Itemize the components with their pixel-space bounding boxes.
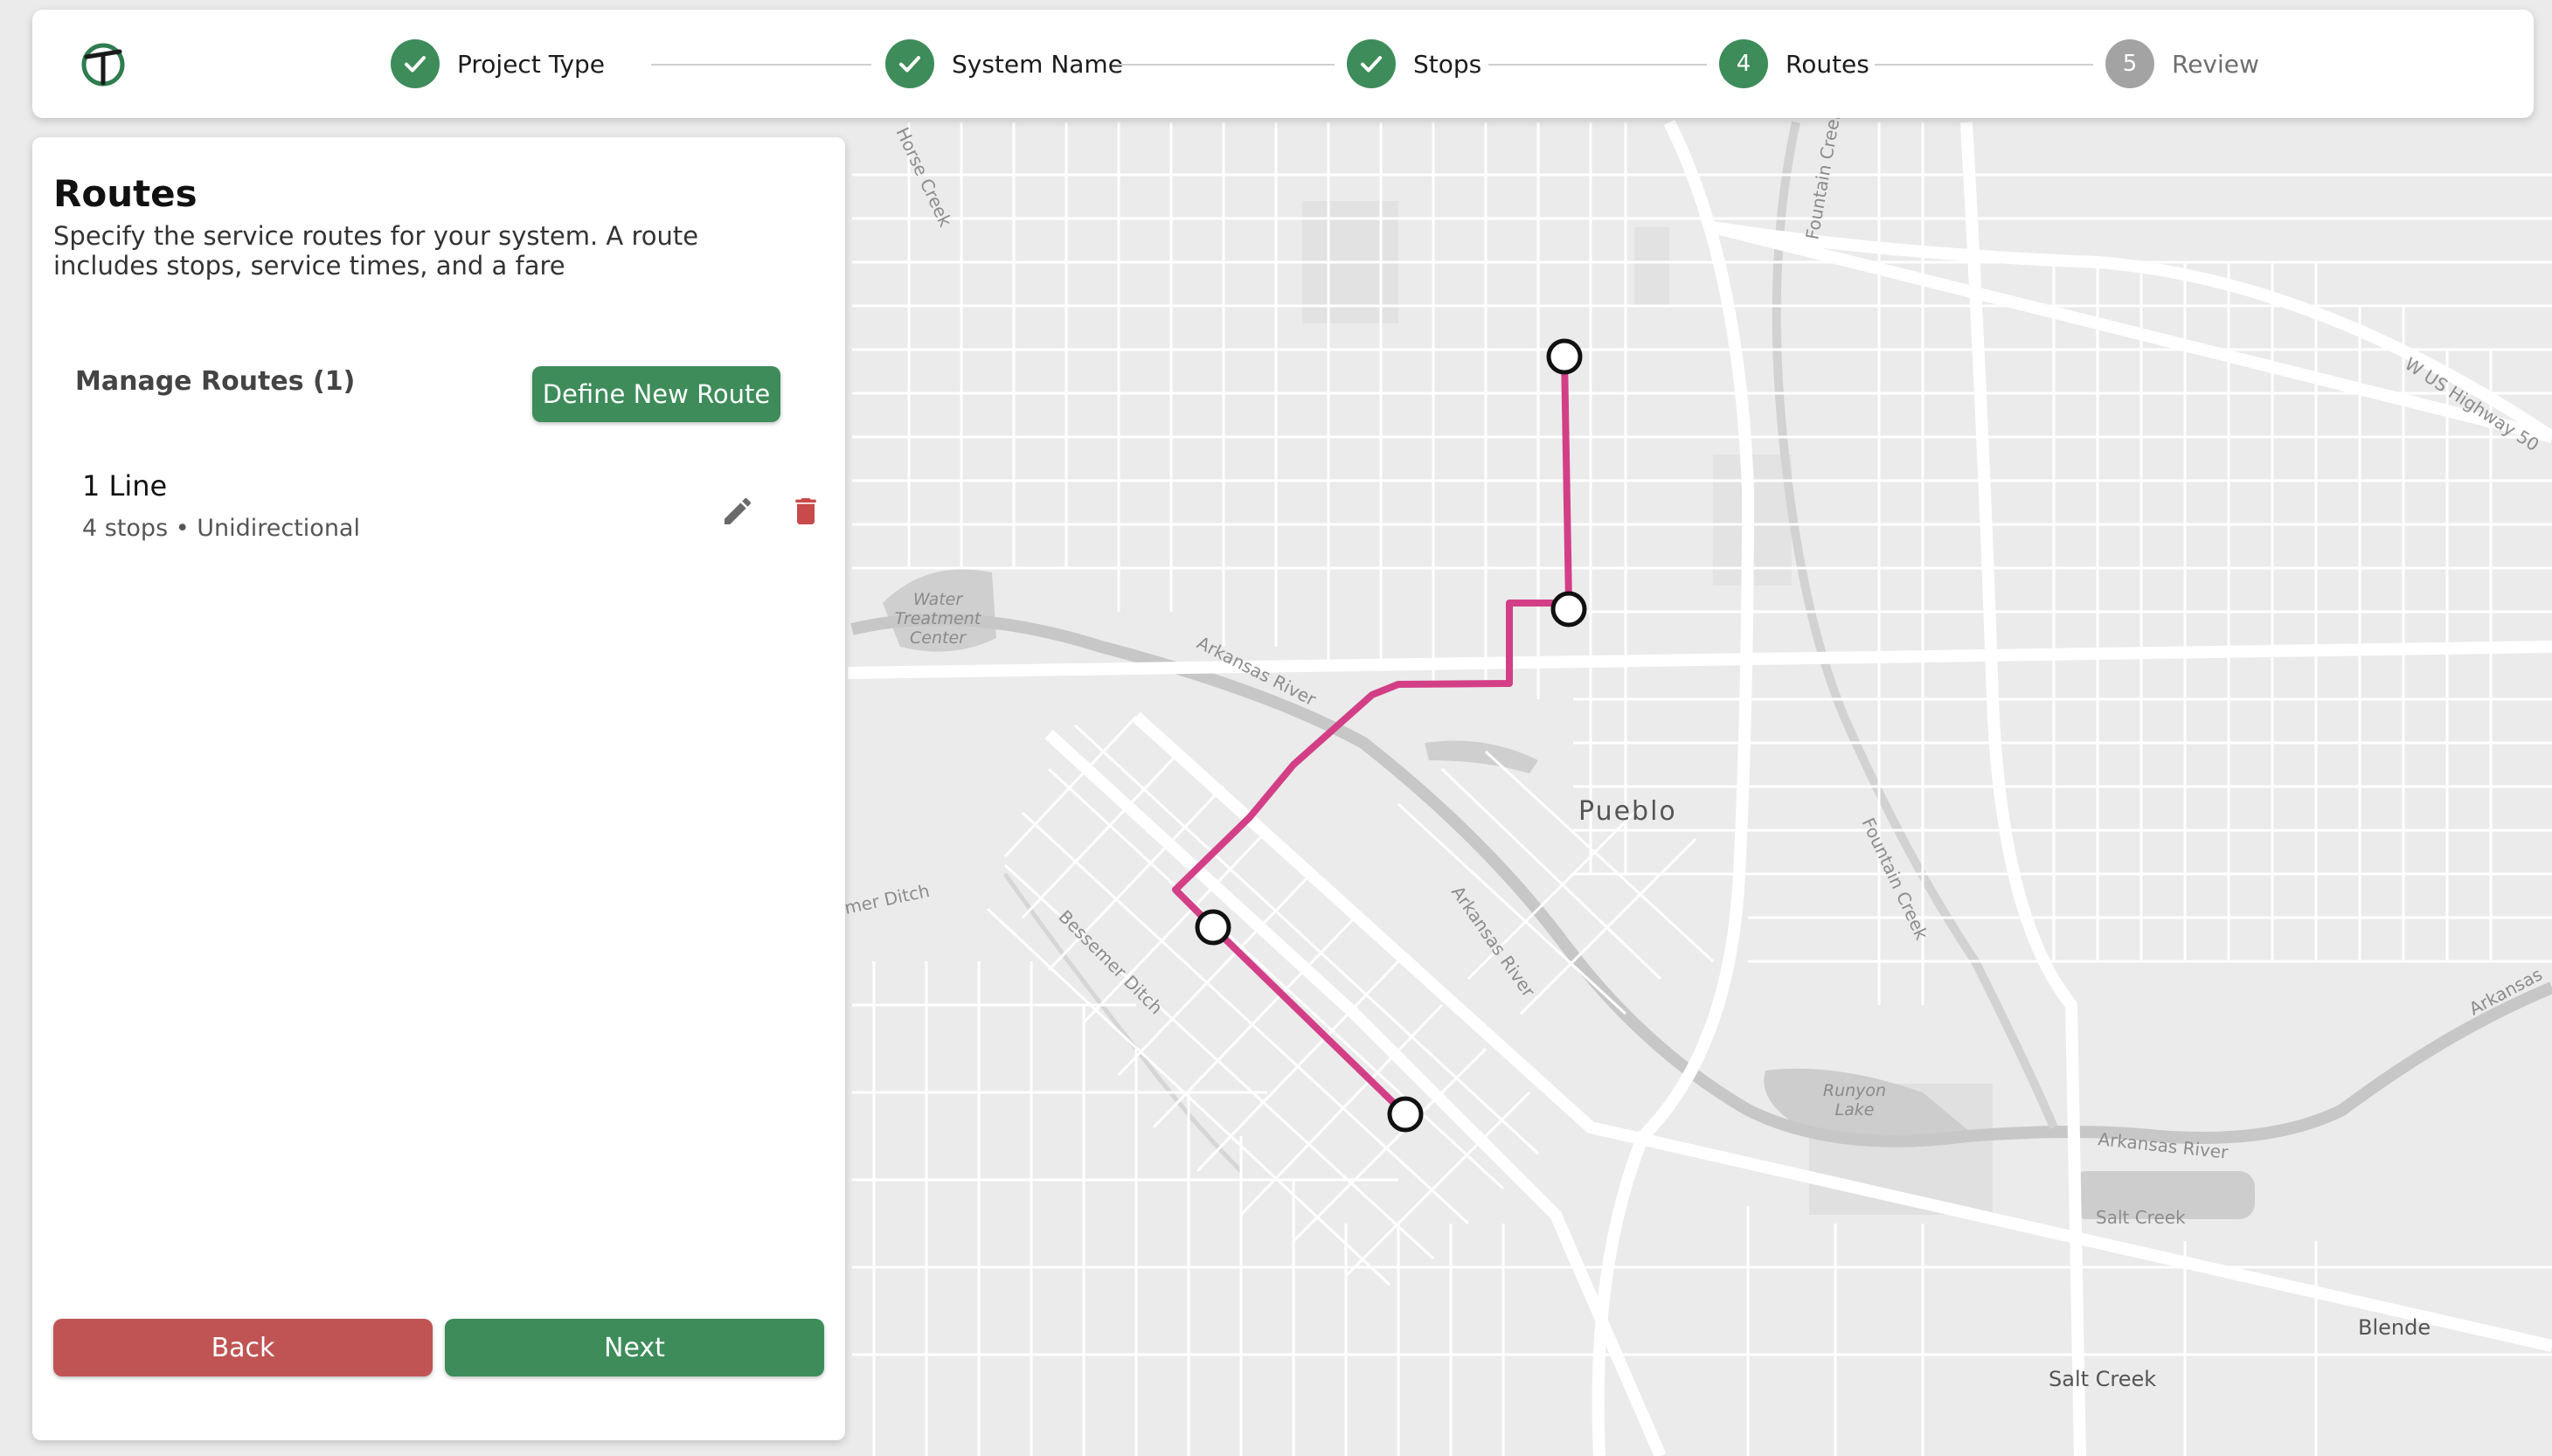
step-label: Review — [2172, 49, 2259, 79]
route-stop-marker[interactable] — [1550, 591, 1587, 627]
step-label: Project Type — [457, 49, 606, 79]
step-stops[interactable]: Stops — [1347, 33, 1481, 94]
check-icon — [885, 39, 934, 88]
page-description: Specify the service routes for your syst… — [53, 221, 699, 281]
delete-trash-icon[interactable] — [788, 494, 823, 529]
route-stop-marker[interactable] — [1546, 338, 1583, 375]
route-stop-marker[interactable] — [1195, 909, 1231, 946]
map-label-salt-creek-small: Salt Creek — [2096, 1207, 2186, 1228]
map-label-blende: Blende — [2358, 1315, 2431, 1340]
check-icon — [391, 39, 440, 88]
map-label-water-treatment-2: Treatment — [895, 609, 982, 628]
step-connector — [1488, 64, 1707, 66]
page-title: Routes — [53, 172, 198, 215]
step-number-badge: 5 — [2105, 39, 2154, 88]
check-icon — [1347, 39, 1396, 88]
step-system-name[interactable]: System Name — [885, 33, 1123, 94]
step-connector — [1116, 64, 1335, 66]
map-label-salt-creek: Salt Creek — [2049, 1367, 2156, 1391]
step-label: Routes — [1786, 49, 1869, 79]
map-label-water-treatment-1: Water — [913, 590, 964, 609]
edit-pencil-icon[interactable] — [720, 494, 755, 529]
step-review[interactable]: 5 Review — [2105, 33, 2259, 94]
map-label-runyon-2: Lake — [1835, 1100, 1875, 1120]
step-project-type[interactable]: Project Type — [391, 33, 605, 94]
manage-routes-heading: Manage Routes (1) — [75, 366, 356, 397]
map-label-runyon-1: Runyon — [1823, 1081, 1886, 1100]
route-meta: 4 stops • Unidirectional — [82, 515, 360, 542]
step-connector — [651, 64, 871, 66]
step-label: System Name — [952, 49, 1123, 79]
define-new-route-button[interactable]: Define New Route — [532, 366, 780, 422]
route-stop-marker[interactable] — [1387, 1096, 1424, 1133]
routes-panel: Routes Specify the service routes for yo… — [32, 137, 845, 1440]
map-label-water-treatment-3: Center — [910, 628, 967, 648]
step-connector — [1875, 64, 2093, 66]
step-routes[interactable]: 4 Routes — [1719, 33, 1869, 94]
progress-stepper: Project Type System Name Stops 4 Routes … — [32, 10, 2534, 118]
next-button[interactable]: Next — [445, 1319, 824, 1376]
route-list-item[interactable]: 1 Line 4 stops • Unidirectional — [82, 469, 816, 557]
step-label: Stops — [1413, 49, 1482, 79]
back-button[interactable]: Back — [53, 1319, 433, 1376]
step-number-badge: 4 — [1719, 39, 1768, 88]
map-label-city: Pueblo — [1578, 796, 1677, 827]
route-name: 1 Line — [82, 469, 168, 503]
app-logo-icon[interactable] — [78, 39, 128, 90]
